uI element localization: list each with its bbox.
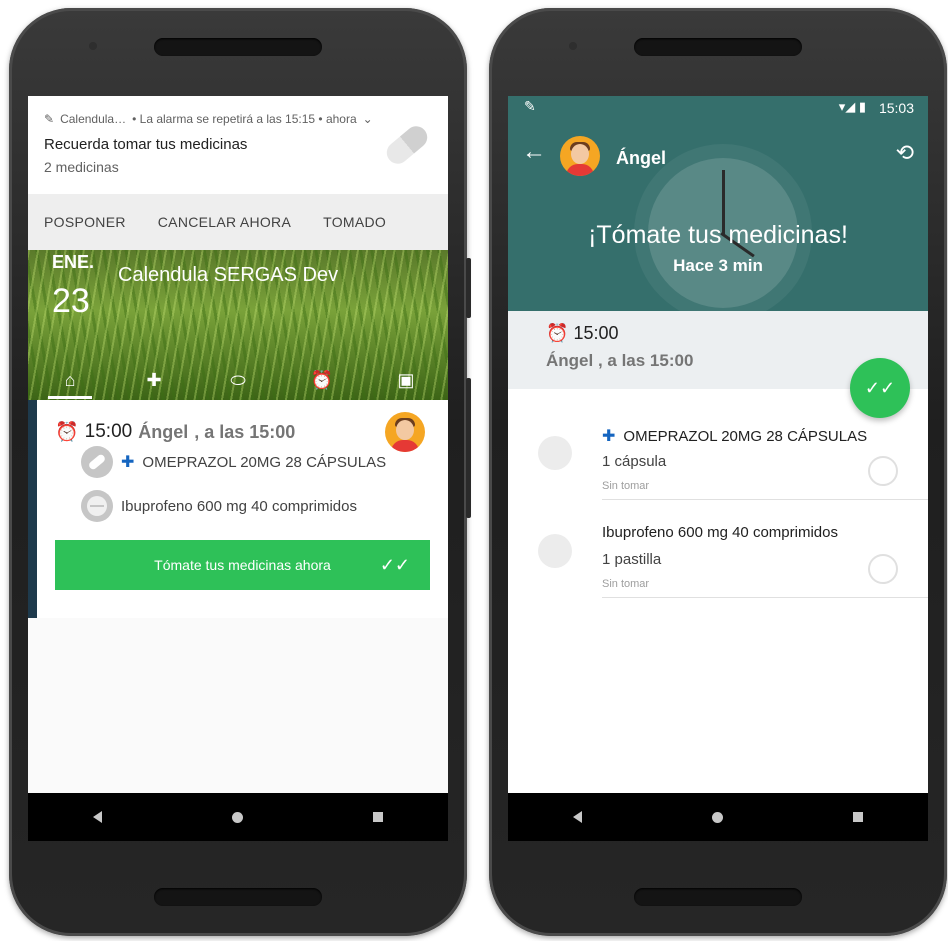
header-banner: ENE. 23 Calendula SERGAS Dev ⌂ ✚ ⬭ ⏰ ▣ bbox=[28, 250, 448, 400]
signal-icon: ▾◢ ▮ bbox=[838, 99, 866, 114]
notification-actions: POSPONER CANCELAR AHORA TOMADO bbox=[28, 194, 448, 250]
pill-icon bbox=[538, 436, 572, 470]
navigation-bar bbox=[508, 793, 928, 841]
top-speaker bbox=[154, 38, 322, 56]
headline: ¡Tómate tus medicinas! bbox=[588, 221, 848, 249]
pharmacy-cross-icon[interactable]: ✚ bbox=[134, 370, 174, 391]
med-dose: 1 cápsula bbox=[602, 453, 667, 470]
navigation-bar bbox=[28, 793, 448, 841]
divider bbox=[602, 597, 928, 598]
card-patient: Ángel bbox=[138, 421, 189, 442]
camera bbox=[89, 42, 97, 50]
take-medicines-button[interactable]: Tómate tus medicinas ahora ✓✓ bbox=[55, 540, 430, 590]
pill-icon bbox=[81, 446, 113, 478]
banner-title: Calendula SERGAS Dev bbox=[118, 264, 339, 286]
postpone-button[interactable]: POSPONER bbox=[28, 214, 142, 230]
card-at: , a las 15:00 bbox=[194, 421, 296, 442]
bottom-speaker bbox=[154, 888, 322, 906]
reminder-header: ✎ ▾◢ ▮ 15:03 ← Ángel ⟲ ¡Tómate tus medic… bbox=[508, 96, 928, 311]
tab-indicator bbox=[48, 396, 92, 399]
med-name-row: ✚ OMEPRAZOL 20MG 28 CÁPSULAS bbox=[602, 426, 867, 446]
double-check-icon: ✓✓ bbox=[864, 377, 896, 398]
alarm-icon[interactable]: ⏰ bbox=[302, 370, 342, 391]
avatar bbox=[385, 412, 425, 452]
notification-title: Recuerda tomar tus medicinas bbox=[44, 136, 248, 153]
notification[interactable]: ✎ Calendula… • La alarma se repetirá a l… bbox=[28, 96, 448, 194]
notification-app: Calendula… bbox=[60, 112, 127, 126]
card-time: ⏰ 15:00 Ángel , a las 15:00 bbox=[55, 420, 295, 444]
left-screen: ✎ Calendula… • La alarma se repetirá a l… bbox=[28, 96, 448, 841]
home-icon[interactable]: ⌂ bbox=[50, 370, 90, 391]
pill-icon bbox=[382, 121, 432, 169]
pill-icon[interactable]: ⬭ bbox=[218, 370, 258, 391]
list-item: ✚ OMEPRAZOL 20MG 28 CÁPSULAS bbox=[81, 446, 386, 478]
divider bbox=[602, 499, 928, 500]
list-item[interactable]: ✚ OMEPRAZOL 20MG 28 CÁPSULAS 1 cápsula S… bbox=[508, 406, 928, 500]
tablet-icon bbox=[538, 534, 572, 568]
list-item: Ibuprofeno 600 mg 40 comprimidos bbox=[81, 490, 357, 522]
right-phone: ✎ ▾◢ ▮ 15:03 ← Ángel ⟲ ¡Tómate tus medic… bbox=[489, 8, 947, 936]
take-checkbox[interactable] bbox=[868, 554, 898, 584]
right-screen: ✎ ▾◢ ▮ 15:03 ← Ángel ⟲ ¡Tómate tus medic… bbox=[508, 96, 928, 841]
med-dose: 1 pastilla bbox=[602, 551, 662, 568]
list-item[interactable]: Ibuprofeno 600 mg 40 comprimidos 1 pasti… bbox=[508, 504, 928, 598]
bottom-speaker bbox=[634, 888, 802, 906]
dose-who: Ángel , a las 15:00 bbox=[546, 351, 694, 370]
status-time: 15:03 bbox=[878, 100, 914, 116]
med-name: Ibuprofeno 600 mg 40 comprimidos bbox=[602, 524, 838, 541]
med-status: Sin tomar bbox=[602, 480, 650, 492]
history-icon[interactable]: ⟲ bbox=[896, 140, 914, 166]
med-name: OMEPRAZOL 20MG 28 CÁPSULAS bbox=[623, 427, 868, 445]
top-speaker bbox=[634, 38, 802, 56]
tablet-icon bbox=[81, 490, 113, 522]
pencil-icon: ✎ bbox=[524, 98, 536, 114]
nav-recent-icon[interactable] bbox=[853, 812, 863, 822]
time-ago: Hace 3 min bbox=[673, 256, 763, 275]
avatar bbox=[560, 136, 600, 176]
volume-button bbox=[466, 378, 471, 518]
chevron-down-icon[interactable]: ⌄ bbox=[363, 112, 373, 126]
tab-bar: ⌂ ✚ ⬭ ⏰ ▣ bbox=[28, 360, 448, 400]
med-status: Sin tomar bbox=[602, 578, 650, 590]
med-name-row: Ibuprofeno 600 mg 40 comprimidos bbox=[602, 524, 838, 541]
med-name: Ibuprofeno 600 mg 40 comprimidos bbox=[121, 497, 357, 515]
pencil-icon: ✎ bbox=[44, 112, 55, 126]
banner-month: ENE. bbox=[52, 252, 95, 272]
alarm-icon: ⏰ bbox=[55, 422, 79, 443]
pharmacy-cross-icon: ✚ bbox=[121, 454, 135, 471]
patient-name: Ángel bbox=[616, 148, 667, 168]
cancel-now-button[interactable]: CANCELAR AHORA bbox=[142, 214, 307, 230]
calendar-icon[interactable]: ▣ bbox=[386, 370, 426, 391]
alarm-icon: ⏰ bbox=[546, 323, 569, 343]
nav-back-icon[interactable] bbox=[93, 811, 102, 823]
notification-detail: • La alarma se repetirá a las 15:15 • ah… bbox=[132, 112, 357, 126]
banner-day: 23 bbox=[52, 282, 90, 320]
dose-time-value: 15:00 bbox=[573, 323, 619, 343]
power-button bbox=[466, 258, 471, 318]
dose-card[interactable]: ⏰ 15:00 Ángel , a las 15:00 ✚ OMEPRAZOL … bbox=[28, 400, 448, 618]
back-arrow-icon[interactable]: ← bbox=[522, 138, 546, 166]
nav-home-icon[interactable] bbox=[232, 811, 243, 823]
dose-time: ⏰ 15:00 bbox=[546, 323, 618, 344]
taken-button[interactable]: TOMADO bbox=[307, 214, 402, 230]
notification-subtitle: 2 medicinas bbox=[44, 159, 119, 175]
nav-home-icon[interactable] bbox=[712, 811, 723, 823]
nav-back-icon[interactable] bbox=[573, 811, 582, 823]
card-time-value: 15:00 bbox=[84, 421, 133, 442]
left-phone: ✎ Calendula… • La alarma se repetirá a l… bbox=[9, 8, 471, 936]
take-checkbox[interactable] bbox=[868, 456, 898, 486]
double-check-icon: ✓✓ bbox=[379, 554, 410, 575]
take-button-label: Tómate tus medicinas ahora bbox=[154, 557, 331, 573]
med-name: OMEPRAZOL 20MG 28 CÁPSULAS bbox=[142, 453, 387, 471]
notification-header: ✎ Calendula… • La alarma se repetirá a l… bbox=[44, 112, 373, 126]
status-bar: ✎ ▾◢ ▮ 15:03 bbox=[508, 96, 928, 120]
camera bbox=[569, 42, 577, 50]
nav-recent-icon[interactable] bbox=[373, 812, 383, 822]
pharmacy-cross-icon: ✚ bbox=[602, 428, 616, 445]
